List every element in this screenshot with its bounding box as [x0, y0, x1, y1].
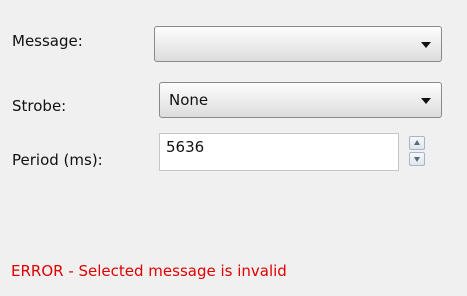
chevron-down-icon [421, 42, 431, 48]
period-increment-button[interactable] [409, 136, 425, 150]
period-input[interactable] [159, 133, 399, 171]
strobe-dropdown[interactable]: None [159, 82, 442, 118]
spin-up-icon [414, 140, 420, 145]
message-dropdown[interactable] [154, 26, 442, 62]
period-decrement-button[interactable] [409, 152, 425, 166]
period-label: Period (ms): [12, 151, 103, 169]
spin-down-icon [414, 157, 420, 162]
strobe-label: Strobe: [12, 97, 67, 115]
message-label: Message: [12, 32, 83, 50]
settings-panel: Message: Strobe: None Period (ms): ERROR… [0, 0, 467, 296]
error-message: ERROR - Selected message is invalid [11, 262, 287, 280]
strobe-dropdown-value: None [169, 91, 209, 109]
chevron-down-icon [421, 98, 431, 104]
